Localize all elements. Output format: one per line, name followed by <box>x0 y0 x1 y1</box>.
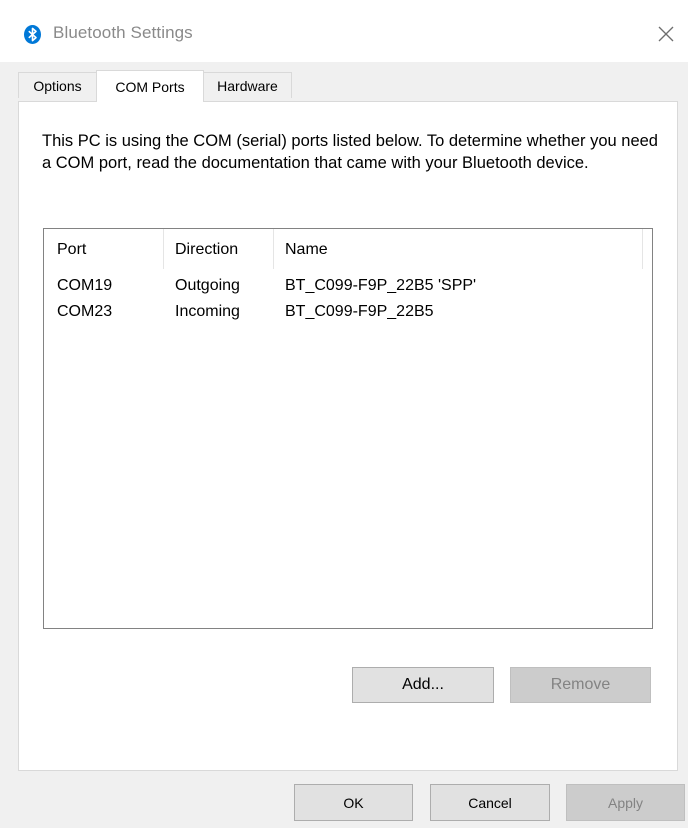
tab-hardware-label: Hardware <box>217 77 278 94</box>
row-name: BT_C099-F9P_22B5 'SPP' <box>285 277 477 294</box>
list-header: Port Direction Name <box>44 229 652 269</box>
column-divider[interactable] <box>163 229 164 269</box>
window-title: Bluetooth Settings <box>53 23 193 42</box>
tab-options[interactable]: Options <box>18 72 97 98</box>
column-divider[interactable] <box>642 229 643 269</box>
tab-com-ports-label: COM Ports <box>115 78 185 95</box>
column-header-port[interactable]: Port <box>57 241 86 259</box>
bluetooth-icon <box>24 25 41 44</box>
cancel-button[interactable]: Cancel <box>430 784 550 821</box>
add-button[interactable]: Add... <box>352 667 494 703</box>
table-row[interactable]: COM23 Incoming BT_C099-F9P_22B5 <box>44 303 652 329</box>
row-direction: Outgoing <box>175 277 240 294</box>
column-divider[interactable] <box>273 229 274 269</box>
row-port: COM19 <box>57 277 113 294</box>
close-icon[interactable] <box>654 22 678 46</box>
com-ports-list[interactable]: Port Direction Name COM19 Outgoing BT_C0… <box>43 228 653 629</box>
tab-options-label: Options <box>33 77 82 94</box>
tab-hardware[interactable]: Hardware <box>203 72 292 98</box>
row-name: BT_C099-F9P_22B5 <box>285 303 434 320</box>
tab-com-ports[interactable]: COM Ports <box>96 70 204 102</box>
column-header-direction[interactable]: Direction <box>175 241 238 259</box>
row-port: COM23 <box>57 303 113 320</box>
row-direction: Incoming <box>175 303 240 320</box>
title-bar: Bluetooth Settings <box>0 0 688 62</box>
com-ports-description: This PC is using the COM (serial) ports … <box>42 132 658 172</box>
apply-button[interactable]: Apply <box>566 784 685 821</box>
table-row[interactable]: COM19 Outgoing BT_C099-F9P_22B5 'SPP' <box>44 277 652 303</box>
remove-button[interactable]: Remove <box>510 667 651 703</box>
ok-button[interactable]: OK <box>294 784 413 821</box>
column-header-name[interactable]: Name <box>285 241 328 259</box>
com-ports-panel: This PC is using the COM (serial) ports … <box>18 101 678 771</box>
